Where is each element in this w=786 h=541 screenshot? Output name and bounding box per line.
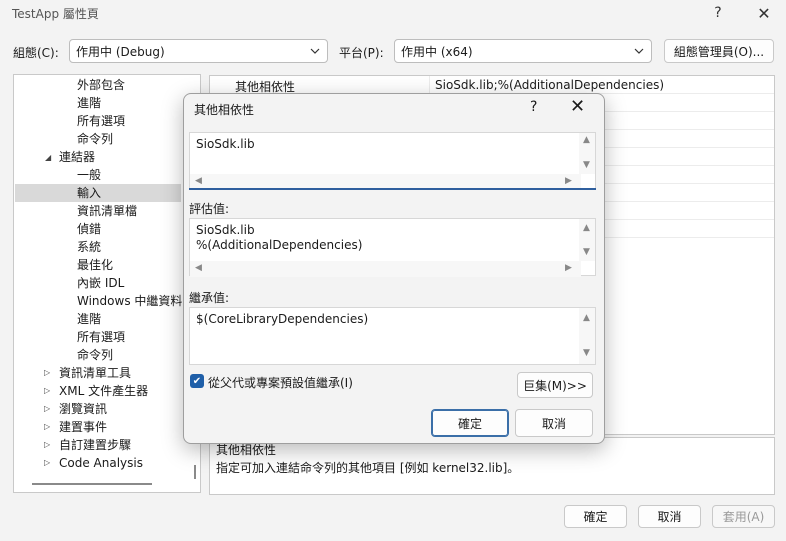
chevron-down-icon <box>634 48 644 54</box>
inherited-value-box: $(CoreLibraryDependencies) ▲ ▼ <box>189 307 596 365</box>
close-button[interactable]: ✕ <box>744 0 784 26</box>
tree-item[interactable]: 內嵌 IDL <box>77 274 124 292</box>
property-tree[interactable]: 外部包含 進階 所有選項 命令列 ◢ 連結器 一般 輸入 資訊清單檔 偵錯 系統… <box>13 74 201 493</box>
scroll-left-icon[interactable]: ◀ <box>195 263 202 273</box>
tree-item[interactable]: 命令列 <box>77 346 113 364</box>
tree-item[interactable]: 外部包含 <box>77 76 125 94</box>
collapsed-triangle-icon[interactable]: ▷ <box>44 368 50 377</box>
collapsed-triangle-icon[interactable]: ▷ <box>44 404 50 413</box>
tree-item[interactable]: Code Analysis <box>59 454 143 472</box>
tree-item[interactable]: 連結器 <box>59 148 95 166</box>
config-value: 作用中 (Debug) <box>76 44 165 59</box>
description-pane: 其他相依性 指定可加入連結命令列的其他項目 [例如 kernel32.lib]。 <box>209 437 775 495</box>
checkmark-icon: ✔ <box>192 375 202 387</box>
tree-item[interactable]: 系統 <box>77 238 101 256</box>
window-title: TestApp 屬性頁 <box>12 7 99 21</box>
collapsed-triangle-icon[interactable]: ▷ <box>44 386 50 395</box>
tree-item[interactable]: 自訂建置步驟 <box>59 436 131 454</box>
scroll-right-icon[interactable]: ▶ <box>565 176 572 186</box>
dependencies-text[interactable]: SioSdk.lib <box>196 137 255 152</box>
chevron-down-icon <box>310 48 320 54</box>
tree-item[interactable]: 最佳化 <box>77 256 113 274</box>
grid-row-value: SioSdk.lib;%(AdditionalDependencies) <box>435 78 665 92</box>
collapsed-triangle-icon[interactable]: ▷ <box>44 458 50 467</box>
scroll-down-icon[interactable]: ▼ <box>583 348 590 358</box>
inherit-checkbox[interactable]: ✔ <box>190 374 204 388</box>
platform-label: 平台(P): <box>339 46 384 60</box>
tree-horizontal-scrollbar[interactable] <box>32 483 152 485</box>
inherited-vertical-scrollbar[interactable]: ▲ ▼ <box>579 308 595 364</box>
tree-item[interactable]: 資訊清單檔 <box>77 202 137 220</box>
evaluated-value-box: SioSdk.lib %(AdditionalDependencies) ▲ ▼… <box>189 218 596 277</box>
macros-button[interactable]: 巨集(M)>> <box>517 372 593 398</box>
tree-item[interactable]: 命令列 <box>77 130 113 148</box>
scroll-right-icon[interactable]: ▶ <box>565 263 572 273</box>
textarea-vertical-scrollbar[interactable]: ▲ ▼ <box>579 133 595 174</box>
evaluated-label: 評估值: <box>189 202 230 216</box>
dialog-close-button[interactable]: ✕ <box>570 96 585 117</box>
inherited-value-text: $(CoreLibraryDependencies) <box>196 312 369 326</box>
dependencies-textarea[interactable]: SioSdk.lib ▲ ▼ ◀ ▶ <box>189 132 596 190</box>
collapsed-triangle-icon[interactable]: ▷ <box>44 440 50 449</box>
additional-dependencies-dialog: 其他相依性 ? ✕ SioSdk.lib ▲ ▼ ◀ ▶ 評估值: SioSdk… <box>183 93 605 444</box>
evaluated-vertical-scrollbar[interactable]: ▲ ▼ <box>579 219 595 261</box>
tree-item[interactable]: Windows 中繼資料 <box>77 292 182 310</box>
textarea-focus-underline <box>189 188 596 190</box>
tree-item-selected[interactable]: 輸入 <box>15 184 181 202</box>
cancel-button[interactable]: 取消 <box>638 505 701 528</box>
expanded-triangle-icon[interactable]: ◢ <box>45 153 51 162</box>
platform-value: 作用中 (x64) <box>401 44 473 59</box>
evaluated-value-text: SioSdk.lib %(AdditionalDependencies) <box>196 223 363 252</box>
tree-item[interactable]: XML 文件產生器 <box>59 382 148 400</box>
collapsed-triangle-icon[interactable]: ▷ <box>44 422 50 431</box>
platform-combo[interactable]: 作用中 (x64) <box>394 39 652 63</box>
tree-vertical-scrollbar[interactable] <box>194 465 196 479</box>
config-label: 組態(C): <box>13 46 59 60</box>
tree-item[interactable]: 所有選項 <box>77 112 125 130</box>
dialog-title: 其他相依性 <box>194 103 255 117</box>
scroll-down-icon[interactable]: ▼ <box>583 160 590 170</box>
evaluated-horizontal-scrollbar[interactable]: ◀ ▶ <box>190 261 581 277</box>
description-text: 指定可加入連結命令列的其他項目 [例如 kernel32.lib]。 <box>216 461 520 475</box>
config-combo[interactable]: 作用中 (Debug) <box>69 39 328 63</box>
tree-item[interactable]: 建置事件 <box>59 418 107 436</box>
scroll-up-icon[interactable]: ▲ <box>583 135 590 145</box>
tree-item[interactable]: 偵錯 <box>77 220 101 238</box>
scroll-up-icon[interactable]: ▲ <box>583 313 590 323</box>
tree-item[interactable]: 資訊清單工具 <box>59 364 131 382</box>
scroll-down-icon[interactable]: ▼ <box>583 247 590 257</box>
scroll-up-icon[interactable]: ▲ <box>583 223 590 233</box>
apply-button[interactable]: 套用(A) <box>712 505 775 528</box>
scroll-left-icon[interactable]: ◀ <box>195 176 202 186</box>
ok-button[interactable]: 確定 <box>564 505 627 528</box>
tree-item[interactable]: 瀏覽資訊 <box>59 400 107 418</box>
tree-item[interactable]: 進階 <box>77 94 101 112</box>
config-manager-button[interactable]: 組態管理員(O)... <box>664 39 774 63</box>
tree-item[interactable]: 所有選項 <box>77 328 125 346</box>
grid-row[interactable]: 其他相依性 SioSdk.lib;%(AdditionalDependencie… <box>210 76 774 94</box>
tree-item[interactable]: 一般 <box>77 166 101 184</box>
dialog-cancel-button[interactable]: 取消 <box>515 409 593 437</box>
dialog-help-button[interactable]: ? <box>530 99 537 115</box>
help-button[interactable]: ? <box>698 0 738 26</box>
inherit-checkbox-label[interactable]: 從父代或專案預設值繼承(I) <box>208 374 353 391</box>
tree-item[interactable]: 進階 <box>77 310 101 328</box>
inherited-label: 繼承值: <box>189 291 230 305</box>
dialog-ok-button[interactable]: 確定 <box>431 409 509 437</box>
